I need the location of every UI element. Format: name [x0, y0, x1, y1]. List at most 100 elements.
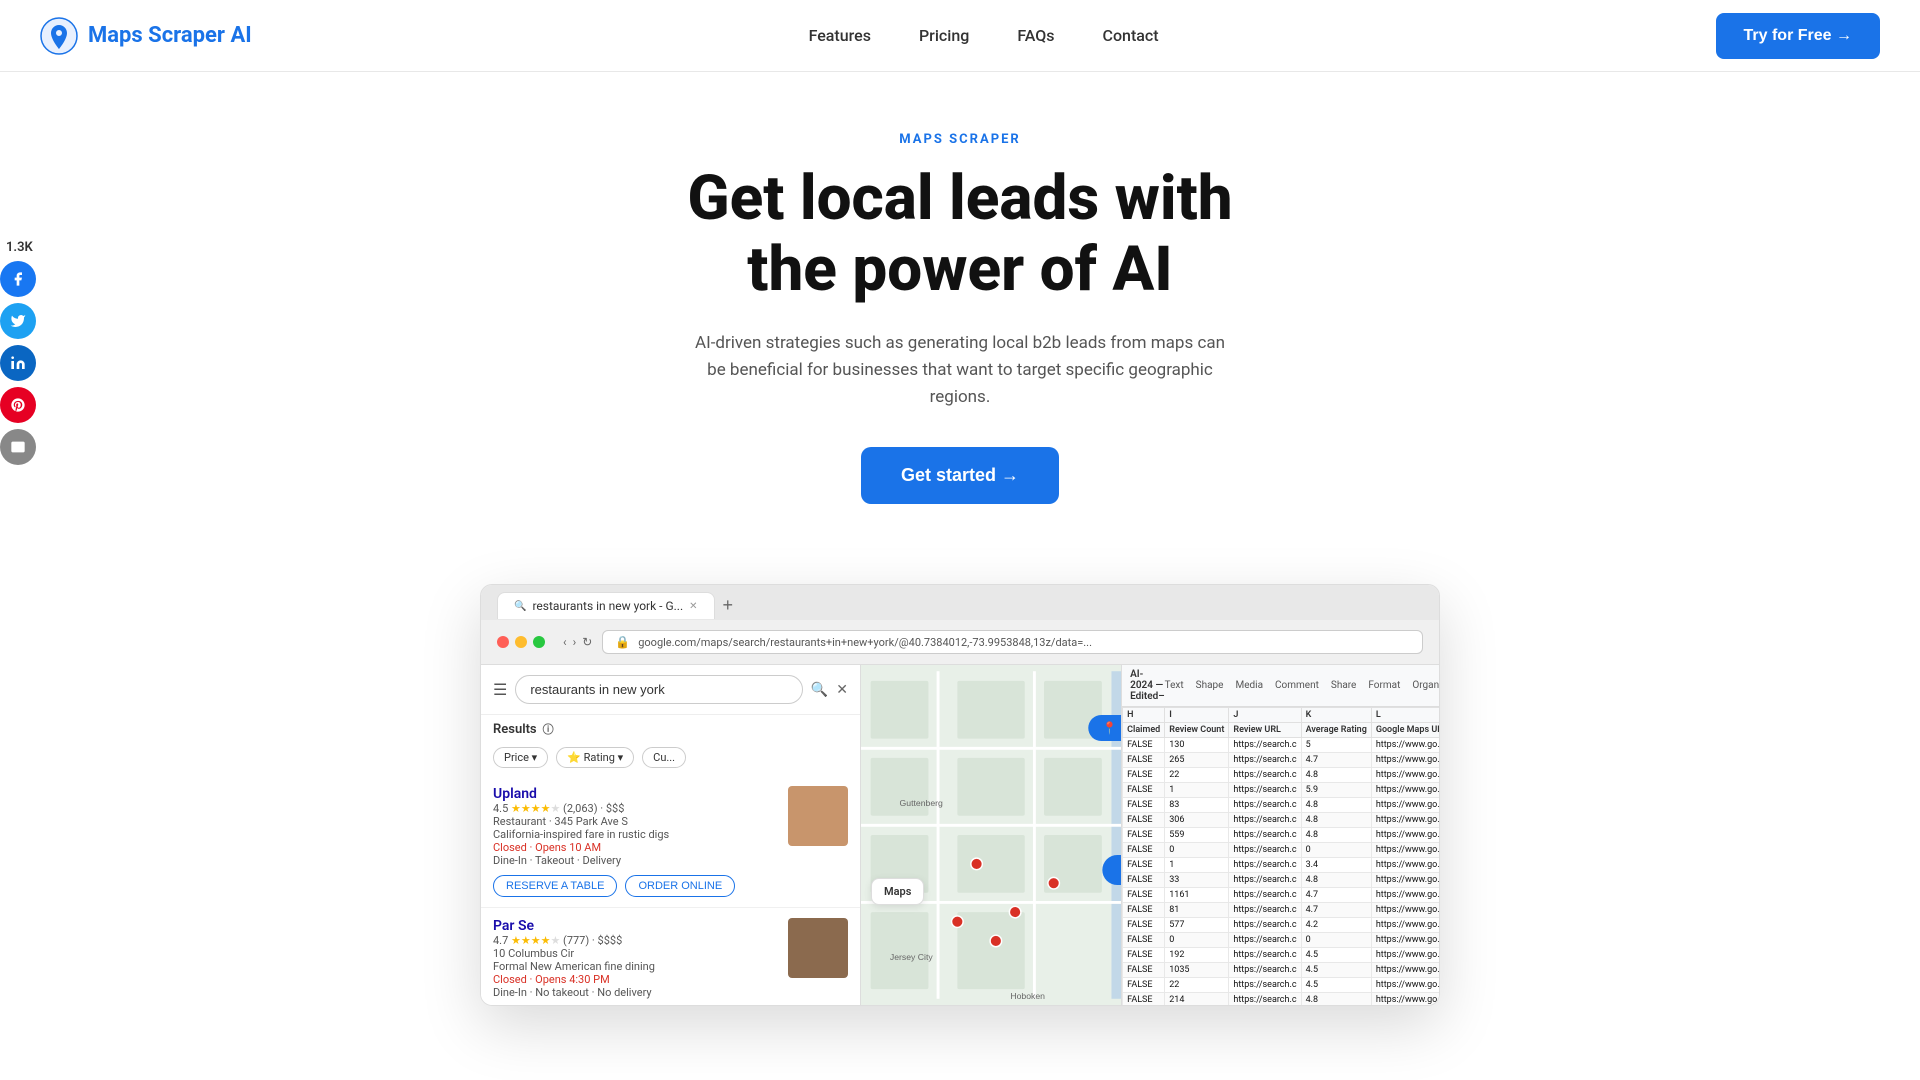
logo-icon — [40, 17, 78, 55]
table-cell: FALSE — [1123, 783, 1165, 798]
social-facebook-button[interactable] — [0, 261, 36, 297]
back-button[interactable]: ‹ — [563, 635, 567, 649]
table-cell: 33 — [1165, 873, 1229, 888]
table-row: FALSE306https://search.c4.8https://www.g… — [1123, 813, 1439, 828]
table-cell: 0 — [1301, 843, 1371, 858]
table-cell: FALSE — [1123, 813, 1165, 828]
brand-name: Maps Scraper AI — [88, 23, 252, 48]
nav-features[interactable]: Features — [809, 26, 871, 45]
table-cell: 214 — [1165, 993, 1229, 1006]
col-avg-rating: Average Rating — [1301, 723, 1371, 738]
table-cell: https://search.c — [1229, 978, 1301, 993]
maps-search-bar: ☰ 🔍 ✕ — [481, 665, 860, 715]
table-cell: FALSE — [1123, 888, 1165, 903]
hero-section: MAPS SCRAPER Get local leads with the po… — [0, 72, 1920, 544]
social-email-button[interactable] — [0, 429, 36, 465]
ss-toolbar-organize[interactable]: Organize — [1412, 680, 1439, 691]
filter-rating[interactable]: ⭐ Rating ▾ — [556, 747, 634, 768]
maps-search-icon[interactable]: 🔍 — [811, 682, 828, 698]
hero-subtitle: AI-driven strategies such as generating … — [690, 330, 1230, 412]
col-maps-url: Google Maps URL — [1371, 723, 1439, 738]
col-claimed: Claimed — [1123, 723, 1165, 738]
table-cell: 559 — [1165, 828, 1229, 843]
new-tab-button[interactable]: + — [719, 591, 738, 620]
table-row: FALSE1https://search.c5.9https://www.goo… — [1123, 783, 1439, 798]
table-cell: https://search.c — [1229, 843, 1301, 858]
table-cell: 5 — [1301, 738, 1371, 753]
social-count: 1.3K — [0, 240, 33, 255]
hero-title-line2: the power of AI — [747, 233, 1172, 306]
table-cell: 22 — [1165, 978, 1229, 993]
linkedin-icon — [10, 355, 26, 371]
brand-logo[interactable]: Maps Scraper AI — [40, 17, 252, 55]
minimize-dot[interactable] — [515, 636, 527, 648]
table-cell: FALSE — [1123, 753, 1165, 768]
nav-pricing[interactable]: Pricing — [919, 26, 969, 45]
close-dot[interactable] — [497, 636, 509, 648]
table-cell: 4.8 — [1301, 768, 1371, 783]
filter-cu[interactable]: Cu... — [642, 747, 686, 768]
table-row: FALSE214https://search.c4.8https://www.g… — [1123, 993, 1439, 1006]
table-cell: https://www.google.c — [1371, 933, 1439, 948]
browser-tab-area: 🔍 restaurants in new york - G... ✕ + — [481, 585, 1439, 620]
maps-listings: Upland 4.5 ★★★★★ (2,063) · $$$ Restauran… — [481, 776, 860, 1005]
hero-tag: MAPS SCRAPER — [20, 132, 1900, 147]
maps-menu-icon[interactable]: ☰ — [493, 680, 507, 699]
col-header-h: H — [1123, 708, 1165, 723]
table-row: FALSE1161https://search.c4.7https://www.… — [1123, 888, 1439, 903]
table-row: FALSE1https://search.c3.4https://www.goo… — [1123, 858, 1439, 873]
table-cell: https://www.google.c — [1371, 903, 1439, 918]
table-cell: 192 — [1165, 948, 1229, 963]
table-row: FALSE22https://search.c4.5https://www.go… — [1123, 978, 1439, 993]
table-cell: FALSE — [1123, 798, 1165, 813]
spreadsheet-overlay: AI-2024 — Edited– Text Shape Media Comme… — [1121, 665, 1439, 1005]
email-icon — [10, 439, 26, 455]
table-cell: https://search.c — [1229, 828, 1301, 843]
social-twitter-button[interactable] — [0, 303, 36, 339]
tab-label: restaurants in new york - G... — [532, 599, 683, 613]
table-cell: https://www.google.c — [1371, 888, 1439, 903]
filter-price[interactable]: Price ▾ — [493, 747, 548, 768]
get-started-button[interactable]: Get started → — [861, 447, 1059, 504]
table-row: FALSE577https://search.c4.2https://www.g… — [1123, 918, 1439, 933]
forward-button[interactable]: › — [573, 635, 577, 649]
maps-search-input[interactable] — [515, 675, 802, 704]
table-row: FALSE83https://search.c4.8https://www.go… — [1123, 798, 1439, 813]
browser-tab[interactable]: 🔍 restaurants in new york - G... ✕ — [497, 592, 715, 619]
table-cell: https://www.google.c — [1371, 813, 1439, 828]
svg-text:Hoboken: Hoboken — [1010, 991, 1045, 1001]
tab-close-icon[interactable]: ✕ — [689, 601, 697, 612]
reserve-table-button[interactable]: RESERVE A TABLE — [493, 875, 617, 897]
ss-toolbar-media[interactable]: Media — [1235, 680, 1263, 691]
url-text: google.com/maps/search/restaurants+in+ne… — [638, 636, 1092, 649]
refresh-button[interactable]: ↻ — [582, 635, 592, 649]
nav-faqs[interactable]: FAQs — [1017, 26, 1054, 45]
ss-toolbar-format[interactable]: Format — [1368, 680, 1400, 691]
try-free-button[interactable]: Try for Free → — [1716, 13, 1880, 59]
table-cell: 3.4 — [1301, 858, 1371, 873]
table-cell: https://www.google.c — [1371, 948, 1439, 963]
listing-name[interactable]: Upland — [493, 786, 778, 802]
ss-toolbar-text[interactable]: Text — [1165, 680, 1184, 691]
table-cell: FALSE — [1123, 903, 1165, 918]
table-cell: https://search.c — [1229, 888, 1301, 903]
listing-status: Closed · Opens 4:30 PM — [493, 973, 778, 986]
maximize-dot[interactable] — [533, 636, 545, 648]
ss-toolbar-comment[interactable]: Comment — [1275, 680, 1319, 691]
browser-titlebar: ‹ › ↻ 🔒 google.com/maps/search/restauran… — [481, 620, 1439, 665]
col-header-i: I — [1165, 708, 1229, 723]
social-pinterest-button[interactable] — [0, 387, 36, 423]
nav-contact[interactable]: Contact — [1103, 26, 1159, 45]
listing-name[interactable]: Par Se — [493, 918, 778, 934]
social-linkedin-button[interactable] — [0, 345, 36, 381]
address-bar[interactable]: 🔒 google.com/maps/search/restaurants+in+… — [602, 630, 1423, 654]
maps-tab-badge[interactable]: Maps — [871, 878, 924, 905]
order-online-button[interactable]: ORDER ONLINE — [625, 875, 735, 897]
ss-toolbar-share[interactable]: Share — [1331, 680, 1356, 691]
pinterest-icon — [10, 397, 26, 413]
maps-close-icon[interactable]: ✕ — [836, 682, 848, 698]
ss-toolbar-shape[interactable]: Shape — [1196, 680, 1224, 691]
table-cell: 4.8 — [1301, 813, 1371, 828]
table-cell: https://www.google.c — [1371, 858, 1439, 873]
table-row: FALSE192https://search.c4.5https://www.g… — [1123, 948, 1439, 963]
